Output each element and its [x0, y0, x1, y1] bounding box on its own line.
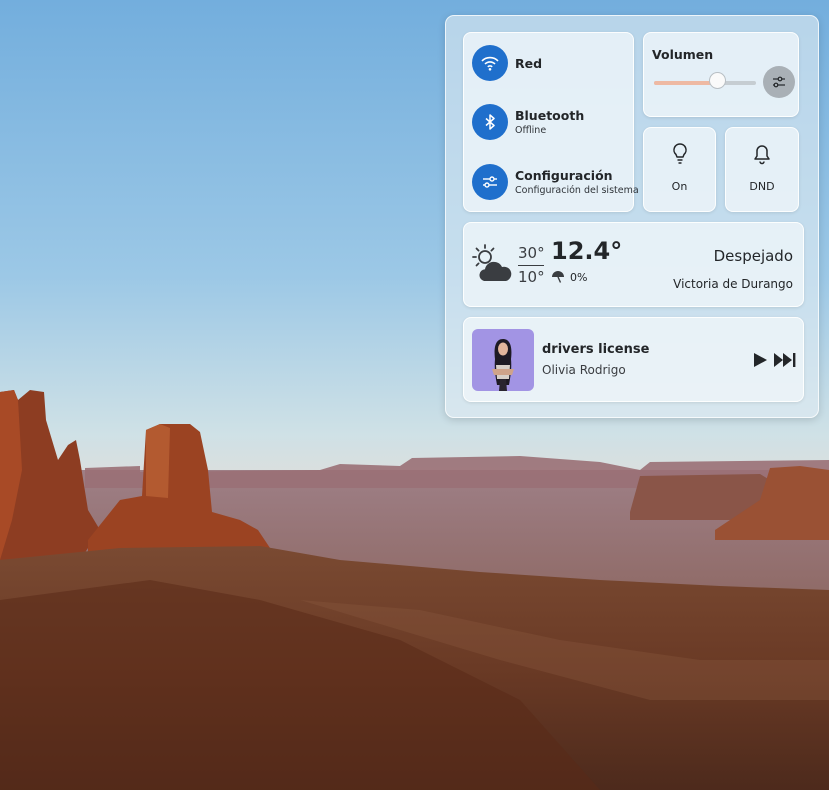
- lightbulb-icon: [670, 142, 690, 166]
- play-icon: [752, 352, 768, 368]
- mixer-button[interactable]: [763, 66, 795, 98]
- volume-slider-handle[interactable]: [709, 72, 727, 89]
- wifi-icon: [472, 45, 508, 81]
- network-label: Red: [515, 55, 543, 71]
- weather-low: 10°: [518, 268, 545, 286]
- partly-cloudy-icon: [470, 243, 514, 287]
- bluetooth-toggle[interactable]: Bluetooth Offline: [472, 103, 584, 141]
- bluetooth-label: Bluetooth: [515, 108, 585, 123]
- settings-label: Configuración: [515, 168, 613, 183]
- light-toggle[interactable]: On: [643, 127, 716, 212]
- volume-title: Volumen: [652, 47, 714, 62]
- settings-button[interactable]: Configuración Configuración del sistema: [472, 163, 639, 201]
- quick-settings-card: Red Bluetooth Offline Configuración Conf…: [463, 32, 639, 212]
- temperature-divider: [518, 265, 544, 266]
- play-button[interactable]: [751, 351, 769, 369]
- current-temperature: 12.4°: [551, 237, 623, 265]
- weather-card[interactable]: 30° 10° 12.4° 0% Despejado Victoria de D…: [463, 222, 804, 307]
- dnd-toggle[interactable]: DND: [725, 127, 799, 212]
- weather-location: Victoria de Durango: [673, 277, 793, 291]
- bell-icon: [751, 142, 773, 166]
- settings-description: Configuración del sistema: [515, 185, 639, 196]
- volume-card: Volumen: [643, 32, 799, 117]
- track-artist: Olivia Rodrigo: [542, 363, 626, 377]
- weather-condition: Despejado: [713, 247, 793, 265]
- light-toggle-label: On: [671, 180, 688, 193]
- precipitation-value: 0%: [570, 270, 588, 284]
- umbrella-icon: [551, 270, 565, 284]
- next-track-button[interactable]: [773, 351, 797, 369]
- weather-high: 30°: [518, 244, 545, 262]
- bluetooth-icon: [472, 104, 508, 140]
- media-player-card: drivers license Olivia Rodrigo: [463, 317, 804, 402]
- mixer-icon: [770, 73, 788, 91]
- skip-next-icon: [773, 352, 797, 368]
- volume-slider-fill: [654, 81, 718, 85]
- dnd-toggle-label: DND: [749, 180, 775, 193]
- album-art[interactable]: [472, 329, 534, 391]
- system-tray-popup: Red Bluetooth Offline Configuración Conf…: [445, 15, 819, 418]
- network-toggle[interactable]: Red: [472, 44, 542, 82]
- settings-sliders-icon: [472, 164, 508, 200]
- bluetooth-status: Offline: [515, 125, 547, 136]
- track-title: drivers license: [542, 342, 650, 357]
- volume-slider[interactable]: [654, 81, 756, 85]
